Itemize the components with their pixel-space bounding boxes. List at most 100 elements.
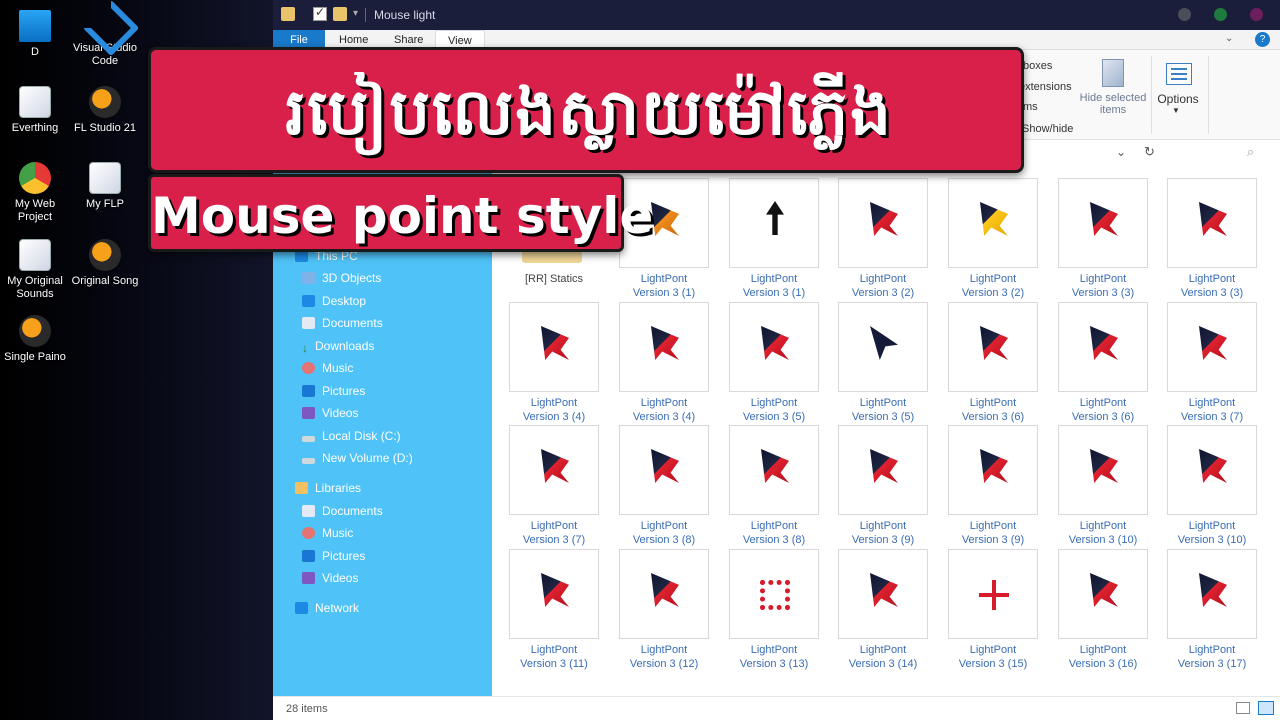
nav-item-local-disk-c[interactable]: Local Disk (C:) [302, 426, 401, 446]
new-folder-quick-access-icon[interactable] [333, 7, 347, 21]
cursor-icon [541, 326, 569, 360]
english-title-text: Mouse point style [151, 187, 654, 245]
desktop-icon-label: Original Song [71, 275, 139, 287]
file-item[interactable]: LightPont Version 3 (4) [492, 302, 602, 423]
file-shortcut-icon [19, 239, 51, 271]
maximize-button[interactable] [1214, 8, 1227, 21]
file-item[interactable]: LightPont Version 3 (13) [712, 549, 822, 670]
file-thumbnail [509, 549, 599, 639]
chevron-down-icon[interactable]: ▼ [1172, 106, 1180, 115]
videos-icon [302, 407, 315, 419]
file-item[interactable]: LightPont Version 3 (4) [602, 302, 712, 423]
item-checkboxes-option[interactable]: boxes [1023, 60, 1052, 72]
hide-selected-icon[interactable] [1102, 59, 1124, 87]
desktop-icon-label: Everthing [11, 122, 59, 134]
file-thumbnail [619, 302, 709, 392]
desktop-icon-label: D [31, 46, 39, 58]
disk-icon [302, 436, 315, 442]
file-item[interactable]: LightPont Version 3 (2) [821, 178, 931, 299]
cursor-icon [651, 202, 679, 236]
file-item[interactable]: LightPont Version 3 (16) [1041, 549, 1151, 670]
file-item[interactable]: LightPont Version 3 (6) [931, 302, 1041, 423]
nav-item-lib-documents[interactable]: Documents [302, 501, 383, 521]
minimize-button[interactable] [1178, 8, 1191, 21]
file-thumbnail [619, 549, 709, 639]
file-item[interactable]: LightPont Version 3 (8) [602, 425, 712, 546]
file-item[interactable]: LightPont Version 3 (6) [1041, 302, 1151, 423]
file-item[interactable]: LightPont Version 3 (8) [712, 425, 822, 546]
options-icon[interactable] [1166, 63, 1192, 85]
chevron-down-icon[interactable]: ⌄ [1225, 33, 1233, 44]
details-view-icon[interactable] [1236, 702, 1250, 714]
desktop-icon-flstudio[interactable]: FL Studio 21 [69, 86, 141, 135]
options-button[interactable]: Options [1153, 92, 1203, 106]
desktop-icon-single-paino[interactable]: Single Paino [0, 315, 71, 364]
nav-item-lib-pictures[interactable]: Pictures [302, 546, 365, 566]
nav-item-videos[interactable]: Videos [302, 403, 358, 423]
file-label: LightPont Version 3 (2) [851, 273, 915, 299]
file-item[interactable]: LightPont Version 3 (11) [492, 549, 602, 670]
large-icons-view-icon[interactable] [1258, 701, 1274, 715]
desktop-icon-my-flp[interactable]: My FLP [69, 162, 141, 211]
desktop-icon-vscode[interactable]: Visual Studio Code [69, 6, 141, 68]
file-item[interactable]: LightPont Version 3 (2) [931, 178, 1041, 299]
hide-selected-items-button[interactable]: Hide selected items [1073, 92, 1153, 116]
file-item[interactable]: LightPont Version 3 (10) [1041, 425, 1151, 546]
disk-icon [302, 458, 315, 464]
file-item[interactable]: LightPont Version 3 (7) [1150, 302, 1260, 423]
file-item[interactable]: LightPont Version 3 (14) [821, 549, 931, 670]
search-icon[interactable]: ⌕ [1247, 144, 1254, 160]
nav-item-lib-music[interactable]: Music [302, 523, 353, 543]
nav-item-downloads[interactable]: ↓ Downloads [302, 336, 374, 356]
help-icon[interactable]: ? [1255, 32, 1270, 47]
nav-item-label: Network [315, 601, 360, 615]
documents-icon [302, 317, 315, 329]
nav-item-label: 3D Objects [322, 271, 382, 285]
file-thumbnail [1058, 549, 1148, 639]
file-item[interactable]: LightPont Version 3 (3) [1150, 178, 1260, 299]
desktop-icon-web-project[interactable]: My Web Project [0, 162, 71, 224]
recent-locations-chevron-icon[interactable]: ⌄ [1116, 145, 1126, 159]
close-button[interactable] [1250, 8, 1263, 21]
desktop-icon-label: My FLP [86, 198, 124, 210]
file-thumbnail [948, 302, 1038, 392]
desktop-icon [302, 295, 315, 307]
file-item[interactable]: LightPont Version 3 (9) [821, 425, 931, 546]
desktop-icon-everthing[interactable]: Everthing [0, 86, 71, 135]
desktop-icon-original-song[interactable]: Original Song [69, 239, 141, 288]
file-item[interactable]: LightPont Version 3 (17) [1150, 549, 1260, 670]
cursor-icon [1199, 202, 1227, 236]
nav-item-new-volume-d[interactable]: New Volume (D:) [302, 448, 413, 468]
properties-quick-access-icon[interactable] [313, 5, 327, 21]
file-label: LightPont Version 3 (12) [629, 644, 699, 670]
file-label: LightPont Version 3 (8) [742, 520, 806, 546]
nav-item-libraries[interactable]: Libraries [295, 478, 361, 498]
refresh-icon[interactable]: ↻ [1144, 144, 1155, 160]
nav-item-network[interactable]: Network [295, 598, 359, 618]
file-item[interactable]: LightPont Version 3 (1) [712, 178, 822, 299]
file-label: LightPont Version 3 (1) [632, 273, 696, 299]
file-item[interactable]: LightPont Version 3 (10) [1150, 425, 1260, 546]
nav-item-3d-objects[interactable]: 3D Objects [302, 268, 381, 288]
nav-item-desktop[interactable]: Desktop [302, 291, 366, 311]
show-hide-group-label: Show/hide [1022, 123, 1074, 135]
quick-access-dropdown-icon[interactable]: ▾ [353, 8, 358, 19]
nav-item-music[interactable]: Music [302, 358, 353, 378]
file-item[interactable]: LightPont Version 3 (15) [931, 549, 1041, 670]
nav-item-lib-videos[interactable]: Videos [302, 568, 358, 588]
desktop-icon-original-sounds[interactable]: My Original Sounds [0, 239, 71, 301]
nav-item-documents[interactable]: Documents [302, 313, 383, 333]
desktop-icon-label: My Web Project [14, 198, 56, 223]
file-item[interactable]: LightPont Version 3 (9) [931, 425, 1041, 546]
nav-item-pictures[interactable]: Pictures [302, 381, 365, 401]
file-item[interactable]: LightPont Version 3 (12) [602, 549, 712, 670]
file-item[interactable]: LightPont Version 3 (3) [1041, 178, 1151, 299]
file-item[interactable]: LightPont Version 3 (5) [821, 302, 931, 423]
documents-icon [302, 505, 315, 517]
desktop-icon-d[interactable]: D [0, 10, 71, 59]
cursor-icon [541, 449, 569, 483]
file-item[interactable]: LightPont Version 3 (7) [492, 425, 602, 546]
cursor-icon [980, 449, 1008, 483]
file-label: LightPont Version 3 (9) [961, 520, 1025, 546]
file-item[interactable]: LightPont Version 3 (5) [712, 302, 822, 423]
